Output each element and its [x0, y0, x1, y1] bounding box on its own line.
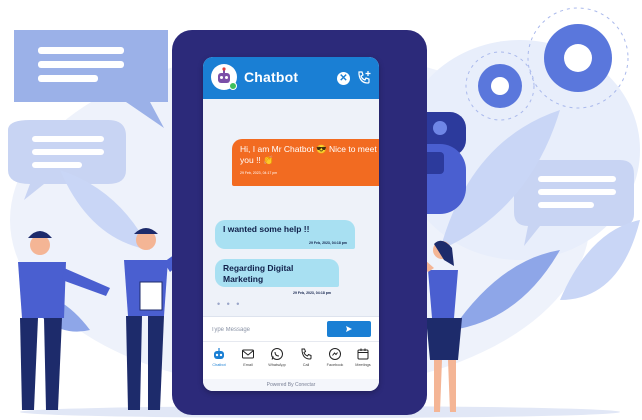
- user-message-text: I wanted some help !!: [223, 224, 310, 234]
- nav-label: Chatbot: [212, 363, 226, 367]
- user-message-text: Regarding Digital Marketing: [223, 263, 294, 284]
- nav-item-whatsapp[interactable]: WhatsApp: [263, 347, 291, 375]
- message-input[interactable]: [209, 320, 323, 340]
- close-button[interactable]: ✕: [337, 72, 350, 85]
- phone-icon: [301, 348, 312, 360]
- message-timestamp: 29 Feb, 2023, 04:17 pm: [240, 171, 278, 175]
- chat-title: Chatbot: [244, 69, 299, 85]
- whatsapp-icon: [271, 348, 283, 360]
- user-message: Regarding Digital Marketing 29 Feb, 2023…: [215, 259, 339, 295]
- nav-label: Meetings: [355, 363, 371, 367]
- composer: [203, 316, 379, 341]
- phone-plus-icon: [358, 71, 371, 84]
- channel-nav: Chatbot Email WhatsApp Call Facebook Mee…: [203, 341, 379, 380]
- close-icon: ✕: [339, 73, 348, 84]
- nav-item-meetings[interactable]: Meetings: [349, 347, 377, 375]
- chat-header: Chatbot ✕: [203, 57, 379, 99]
- powered-by-footer: Powered By Conectar: [203, 379, 379, 391]
- robot-icon: [214, 348, 224, 359]
- facebook-icon: [329, 348, 341, 360]
- nav-item-email[interactable]: Email: [234, 347, 262, 375]
- message-timestamp: 29 Feb, 2023, 04:18 pm: [293, 291, 331, 295]
- message-timestamp: 29 Feb, 2023, 04:18 pm: [309, 241, 347, 245]
- email-icon: [242, 349, 254, 359]
- bot-message-text: Hi, I am Mr Chatbot 😎 Nice to meet you !…: [240, 144, 377, 165]
- bot-message: Hi, I am Mr Chatbot 😎 Nice to meet you !…: [232, 139, 379, 186]
- nav-label: WhatsApp: [268, 363, 286, 367]
- online-status-dot: [229, 82, 237, 90]
- illustration-scene: Chatbot ✕ Hi, I am Mr Chatbot 😎 Nice to …: [0, 0, 642, 420]
- user-message: I wanted some help !! 29 Feb, 2023, 04:1…: [215, 220, 355, 249]
- nav-label: Call: [302, 363, 310, 367]
- typing-indicator: • • •: [217, 299, 242, 309]
- send-button[interactable]: [327, 321, 371, 337]
- nav-label: Facebook: [326, 363, 344, 367]
- nav-item-chatbot[interactable]: Chatbot: [205, 347, 233, 375]
- nav-item-facebook[interactable]: Facebook: [321, 347, 349, 375]
- nav-label: Email: [243, 363, 253, 367]
- avatar: [211, 64, 237, 90]
- send-icon: [346, 326, 352, 332]
- call-button[interactable]: [356, 70, 372, 86]
- nav-item-call[interactable]: Call: [292, 347, 320, 375]
- calendar-icon: [357, 348, 369, 360]
- chat-widget: Chatbot ✕ Hi, I am Mr Chatbot 😎 Nice to …: [203, 57, 379, 391]
